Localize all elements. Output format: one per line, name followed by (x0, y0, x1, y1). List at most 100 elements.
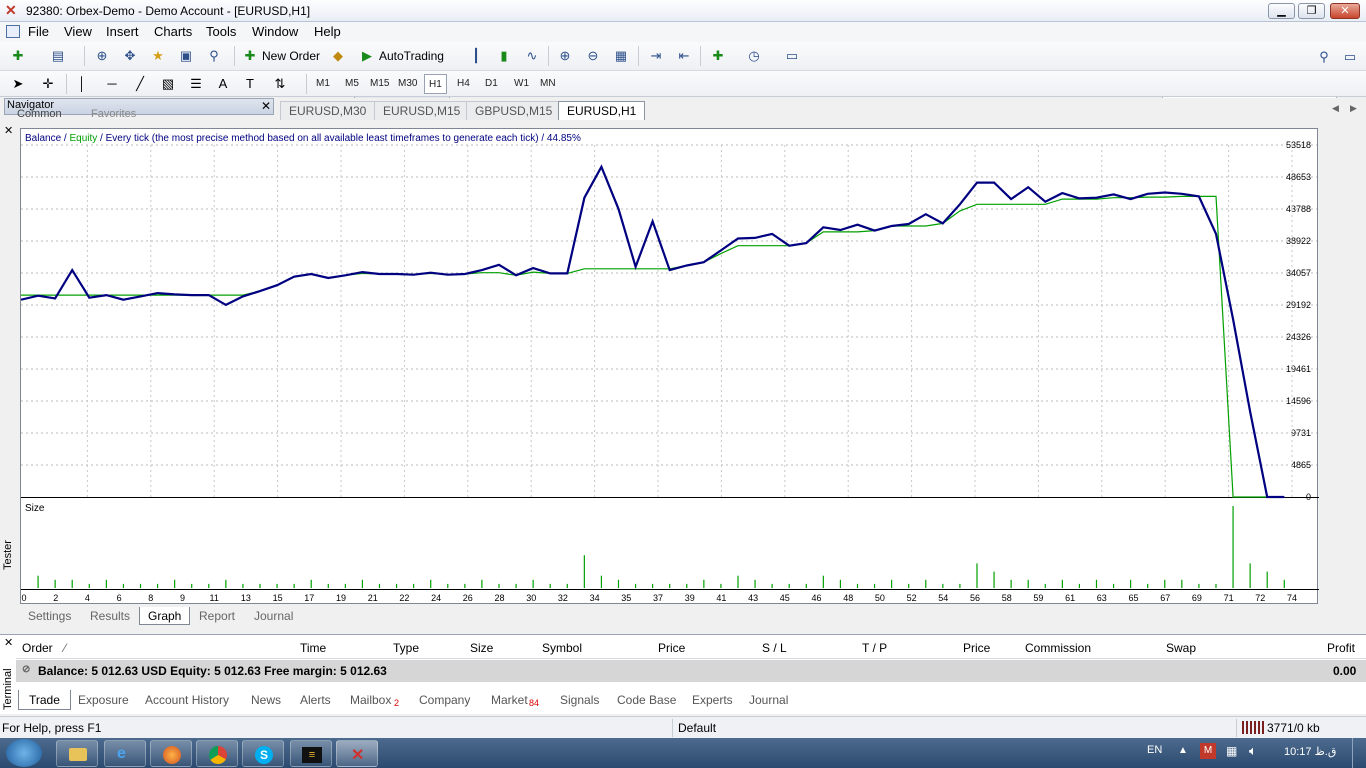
start-button[interactable] (6, 739, 42, 767)
menu-insert[interactable]: Insert (106, 24, 139, 39)
tf-w1[interactable]: W1 (510, 74, 533, 94)
taskbar-ie[interactable]: e (104, 740, 146, 767)
maximize-button[interactable]: ❐ (1298, 3, 1325, 19)
text-label-icon[interactable]: T (240, 74, 260, 94)
col-symbol[interactable]: Symbol (542, 641, 582, 655)
taskbar-clock[interactable]: 10:17 ق.ظ (1284, 745, 1336, 758)
new-order-icon[interactable]: ✚ (240, 46, 260, 66)
autoscroll-icon[interactable]: ⇤ (674, 46, 694, 66)
terminal-tab-account-history[interactable]: Account History (145, 690, 229, 710)
col-order[interactable]: Order (22, 641, 53, 655)
tray-expand-icon[interactable]: ▲ (1178, 745, 1188, 756)
taskbar-firefox[interactable] (150, 740, 192, 767)
new-chart-icon[interactable]: ✚ (8, 46, 28, 66)
taskbar-app-dark[interactable]: ≡ (290, 740, 332, 767)
tf-mn[interactable]: MN (536, 74, 560, 94)
col-size[interactable]: Size (470, 641, 493, 655)
taskbar-skype[interactable]: S (242, 740, 284, 767)
chart-tab-eurusd-m15[interactable]: EURUSD,M15 (374, 101, 470, 120)
tabs-scroll-right-icon[interactable]: ▶ (1350, 103, 1357, 114)
navigator-close-icon[interactable]: ✕ (261, 99, 271, 113)
col-price2[interactable]: Price (963, 641, 990, 655)
col-sl[interactable]: S / L (762, 641, 787, 655)
chat-icon[interactable]: ▭ (1340, 47, 1360, 67)
fibonacci-icon[interactable]: ☰ (186, 74, 206, 94)
menu-tools[interactable]: Tools (206, 24, 236, 39)
terminal-tab-alerts[interactable]: Alerts (300, 690, 331, 710)
col-price[interactable]: Price (658, 641, 685, 655)
candlestick-icon[interactable]: ▮ (494, 46, 514, 66)
col-type[interactable]: Type (393, 641, 419, 655)
tf-h4[interactable]: H4 (453, 74, 474, 94)
search-icon[interactable]: ⚲ (1314, 47, 1334, 67)
terminal-tab-market[interactable]: Market (491, 690, 528, 710)
tester-close-icon[interactable]: ✕ (4, 124, 13, 137)
templates-icon[interactable]: ▭ (782, 46, 802, 66)
menu-file[interactable]: File (28, 24, 49, 39)
periods-icon[interactable]: ◷ (744, 46, 764, 66)
terminal-tab-journal[interactable]: Journal (749, 690, 788, 710)
terminal-icon[interactable]: ▣ (176, 46, 196, 66)
taskbar-metatrader[interactable]: ✕ (336, 740, 378, 767)
terminal-tab-signals[interactable]: Signals (560, 690, 599, 710)
tf-m30[interactable]: M30 (394, 74, 421, 94)
terminal-tab-company[interactable]: Company (419, 690, 470, 710)
terminal-tab-mailbox[interactable]: Mailbox (350, 690, 391, 710)
data-window-icon[interactable]: ✥ (120, 46, 140, 66)
navigator-tab-common[interactable]: Common (17, 108, 62, 120)
zoom-in-icon[interactable]: ⊕ (555, 46, 575, 66)
trendline-icon[interactable]: ╱ (130, 74, 150, 94)
taskbar-chrome[interactable] (196, 740, 238, 767)
tf-m15[interactable]: M15 (366, 74, 393, 94)
tester-tab-settings[interactable]: Settings (28, 607, 71, 625)
terminal-tab-code-base[interactable]: Code Base (617, 690, 676, 710)
col-time[interactable]: Time (300, 641, 326, 655)
zoom-out-icon[interactable]: ⊖ (583, 46, 603, 66)
cursor-icon[interactable]: ➤ (8, 74, 28, 94)
terminal-tab-exposure[interactable]: Exposure (78, 690, 129, 710)
tester-tab-results[interactable]: Results (90, 607, 130, 625)
minimize-button[interactable]: ▁ (1268, 3, 1295, 19)
text-icon[interactable]: A (213, 74, 233, 94)
menu-help[interactable]: Help (314, 24, 341, 39)
chart-tab-eurusd-h1[interactable]: EURUSD,H1 (558, 101, 646, 120)
col-swap[interactable]: Swap (1166, 641, 1196, 655)
show-desktop-button[interactable] (1352, 738, 1366, 768)
terminal-tab-news[interactable]: News (251, 690, 281, 710)
horizontal-line-icon[interactable]: ─ (102, 74, 122, 94)
tf-h1[interactable]: H1 (424, 74, 447, 94)
navigator-icon[interactable]: ★ (148, 46, 168, 66)
market-watch-icon[interactable]: ⊕ (92, 46, 112, 66)
chart-tab-gbpusd-m15[interactable]: GBPUSD,M15 (466, 101, 562, 120)
vertical-line-icon[interactable]: │ (72, 74, 92, 94)
terminal-tab-experts[interactable]: Experts (692, 690, 733, 710)
tray-antivirus-icon[interactable]: M (1200, 743, 1216, 759)
terminal-close-icon[interactable]: ✕ (4, 636, 13, 649)
col-tp[interactable]: T / P (862, 641, 887, 655)
menu-view[interactable]: View (64, 24, 92, 39)
navigator-tab-favorites[interactable]: Favorites (91, 108, 136, 120)
tester-tab-report[interactable]: Report (199, 607, 235, 625)
equidistant-channel-icon[interactable]: ▧ (158, 74, 178, 94)
line-chart-icon[interactable]: ∿ (522, 46, 542, 66)
balance-row[interactable]: ⊘ Balance: 5 012.63 USD Equity: 5 012.63… (16, 660, 1366, 682)
tf-d1[interactable]: D1 (481, 74, 502, 94)
col-profit[interactable]: Profit (1327, 641, 1355, 655)
taskbar-explorer[interactable] (56, 740, 98, 767)
tabs-scroll-left-icon[interactable]: ◀ (1332, 103, 1339, 114)
metaeditor-icon[interactable]: ◆ (328, 46, 348, 66)
menu-window[interactable]: Window (252, 24, 298, 39)
tile-windows-icon[interactable]: ▦ (611, 46, 631, 66)
chart-shift-icon[interactable]: ⇥ (646, 46, 666, 66)
profiles-icon[interactable]: ▤ (48, 46, 68, 66)
tester-tab-journal[interactable]: Journal (254, 607, 293, 625)
arrows-icon[interactable]: ⇅ (270, 74, 290, 94)
new-order-button[interactable]: New Order (262, 49, 320, 63)
chart-tab-eurusd-m30[interactable]: EURUSD,M30 (280, 101, 376, 120)
tf-m1[interactable]: M1 (312, 74, 334, 94)
tray-network-icon[interactable]: ▦ (1226, 744, 1237, 758)
tf-m5[interactable]: M5 (341, 74, 363, 94)
menu-charts[interactable]: Charts (154, 24, 192, 39)
col-commission[interactable]: Commission (1025, 641, 1091, 655)
terminal-tab-trade[interactable]: Trade (18, 690, 71, 710)
